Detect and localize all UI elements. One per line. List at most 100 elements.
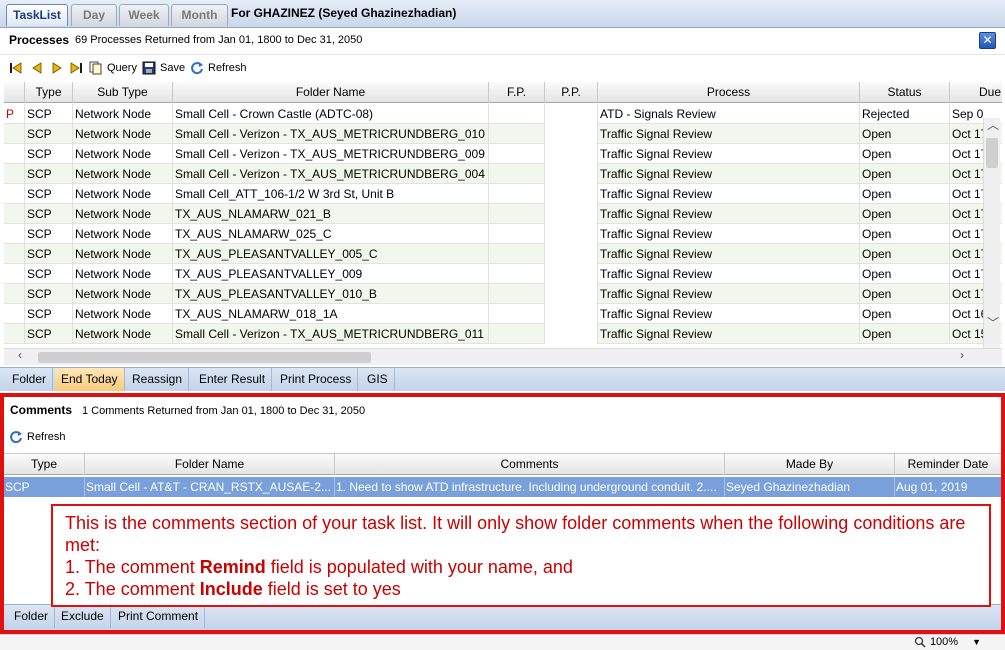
cell-folder: Small Cell - Verizon - TX_AUS_METRICRUND…	[173, 124, 489, 144]
cell-flag: P	[4, 104, 25, 124]
cell-fp	[489, 264, 545, 284]
cell-pp	[545, 184, 598, 204]
comment-tab-exclude[interactable]: Exclude	[55, 605, 111, 628]
table-row[interactable]: SCP Network Node Small Cell - Verizon - TX…	[4, 124, 1002, 144]
cell-process: Traffic Signal Review	[598, 284, 860, 304]
cell-process: Traffic Signal Review	[598, 264, 860, 284]
column-header-due[interactable]: Due	[950, 82, 1002, 103]
cell-process: Traffic Signal Review	[598, 124, 860, 144]
table-row[interactable]: SCP Network Node Small Cell - Verizon - TX…	[4, 324, 1002, 344]
cell-type: SCP	[25, 324, 73, 344]
scroll-down-icon[interactable]: ﹀	[987, 314, 999, 331]
cell-folder: TX_AUS_PLEASANTVALLEY_009	[173, 264, 489, 284]
cell-flag	[4, 144, 25, 164]
cell-type: SCP	[25, 204, 73, 224]
column-header-type[interactable]: Type	[25, 82, 73, 103]
tab-week[interactable]: Week	[119, 4, 169, 26]
comment-made-by: Seyed Ghazinezhadian	[725, 477, 895, 497]
next-page-icon[interactable]	[50, 61, 64, 75]
cell-fp	[489, 104, 545, 124]
comments-row-selected[interactable]: SCP Small Cell - AT&T - CRAN_RSTX_AUSAE-…	[4, 477, 1001, 497]
query-icon	[89, 61, 102, 75]
horizontal-scroll-thumb[interactable]	[38, 352, 371, 363]
table-row[interactable]: SCP Network Node Small Cell - Verizon - TX…	[4, 144, 1002, 164]
column-header-fp[interactable]: F.P.	[489, 82, 545, 103]
process-tab-enter-result[interactable]: Enter Result	[193, 368, 273, 391]
table-row[interactable]: SCP Network Node Small Cell_ATT_106-1/2 W …	[4, 184, 1002, 204]
callout-line-2: 1. The comment Remind field is populated…	[65, 557, 573, 577]
query-button[interactable]: Query	[89, 59, 137, 77]
cell-subtype: Network Node	[73, 284, 173, 304]
table-row[interactable]: SCP Network Node TX_AUS_NLAMARW_021_B Traff…	[4, 204, 1002, 224]
previous-page-icon[interactable]	[30, 61, 44, 75]
process-tab-gis[interactable]: GIS	[361, 368, 395, 391]
process-tab-end-today[interactable]: End Today	[55, 368, 125, 391]
vertical-scroll-thumb[interactable]	[986, 138, 998, 168]
cell-type: SCP	[25, 224, 73, 244]
tab-month[interactable]: Month	[171, 4, 228, 26]
table-row[interactable]: P SCP Network Node Small Cell - Crown Castl…	[4, 104, 1002, 124]
table-row[interactable]: SCP Network Node TX_AUS_PLEASANTVALLEY_009…	[4, 264, 1002, 284]
cell-pp	[545, 144, 598, 164]
comments-column-comments[interactable]: Comments	[335, 454, 725, 475]
table-row[interactable]: SCP Network Node TX_AUS_NLAMARW_025_C Traff…	[4, 224, 1002, 244]
horizontal-scrollbar[interactable]: ‹ ›	[4, 348, 1002, 365]
refresh-button[interactable]: Refresh	[190, 59, 247, 77]
processes-toolbar: Query Save Refresh	[0, 54, 1005, 80]
comments-column-type[interactable]: Type	[4, 454, 85, 475]
column-header-subtype[interactable]: Sub Type	[73, 82, 173, 103]
cell-status: Open	[860, 184, 950, 204]
cell-pp	[545, 284, 598, 304]
cell-flag	[4, 244, 25, 264]
cell-subtype: Network Node	[73, 184, 173, 204]
grid-header: Type Sub Type Folder Name F.P. P.P. Proc…	[4, 82, 1002, 103]
cell-type: SCP	[25, 104, 73, 124]
cell-pp	[545, 304, 598, 324]
comments-column-folder-name[interactable]: Folder Name	[85, 454, 335, 475]
cell-folder: Small Cell - Verizon - TX_AUS_METRICRUND…	[173, 144, 489, 164]
table-row[interactable]: SCP Network Node TX_AUS_PLEASANTVALLEY_005…	[4, 244, 1002, 264]
table-row[interactable]: SCP Network Node TX_AUS_NLAMARW_018_1A Traf…	[4, 304, 1002, 324]
cell-status: Open	[860, 144, 950, 164]
cell-fp	[489, 204, 545, 224]
comments-refresh-button[interactable]: Refresh	[9, 430, 66, 444]
cell-flag	[4, 164, 25, 184]
column-header-status[interactable]: Status	[860, 82, 950, 103]
comments-column-reminder-date[interactable]: Reminder Date	[895, 454, 1001, 475]
column-header-pp[interactable]: P.P.	[545, 82, 598, 103]
cell-status: Open	[860, 264, 950, 284]
comments-grid-header: Type Folder Name Comments Made By Remind…	[4, 453, 1001, 475]
comments-refresh-label: Refresh	[27, 431, 66, 443]
process-tab-reassign[interactable]: Reassign	[126, 368, 190, 391]
tab-tasklist[interactable]: TaskList	[6, 4, 68, 26]
column-header-folder-name[interactable]: Folder Name	[173, 82, 489, 103]
comments-subtitle: 1 Comments Returned from Jan 01, 1800 to…	[82, 405, 366, 417]
vertical-scrollbar[interactable]: ︿ ﹀	[983, 118, 1000, 348]
table-row[interactable]: SCP Network Node TX_AUS_PLEASANTVALLEY_010…	[4, 284, 1002, 304]
comment-action-tabs: Folder Exclude Print Comment	[4, 604, 1001, 630]
cell-flag	[4, 124, 25, 144]
cell-subtype: Network Node	[73, 144, 173, 164]
zoom-control[interactable]: 100% ▼	[914, 636, 981, 648]
first-page-icon[interactable]	[9, 61, 23, 75]
process-tab-folder[interactable]: Folder	[6, 368, 54, 391]
last-page-icon[interactable]	[69, 61, 83, 75]
process-tab-print-process[interactable]: Print Process	[274, 368, 359, 391]
comment-tab-folder[interactable]: Folder	[8, 605, 56, 628]
table-row[interactable]: SCP Network Node Small Cell - Verizon - TX…	[4, 164, 1002, 184]
cell-status: Open	[860, 304, 950, 324]
callout-line-3: 2. The comment Include field is set to y…	[65, 579, 401, 599]
save-button[interactable]: Save	[142, 59, 185, 77]
column-header-process[interactable]: Process	[598, 82, 860, 103]
tab-day[interactable]: Day	[71, 4, 117, 26]
comment-tab-print-comment[interactable]: Print Comment	[112, 605, 206, 628]
scroll-left-icon[interactable]: ‹	[18, 348, 22, 362]
close-panel-icon[interactable]: ✕	[979, 32, 996, 49]
comments-column-made-by[interactable]: Made By	[725, 454, 895, 475]
cell-subtype: Network Node	[73, 244, 173, 264]
zoom-dropdown-icon[interactable]: ▼	[972, 637, 981, 647]
scroll-up-icon[interactable]: ︿	[987, 116, 999, 133]
scroll-right-icon[interactable]: ›	[960, 348, 964, 362]
cell-status: Rejected	[860, 104, 950, 124]
cell-fp	[489, 324, 545, 344]
